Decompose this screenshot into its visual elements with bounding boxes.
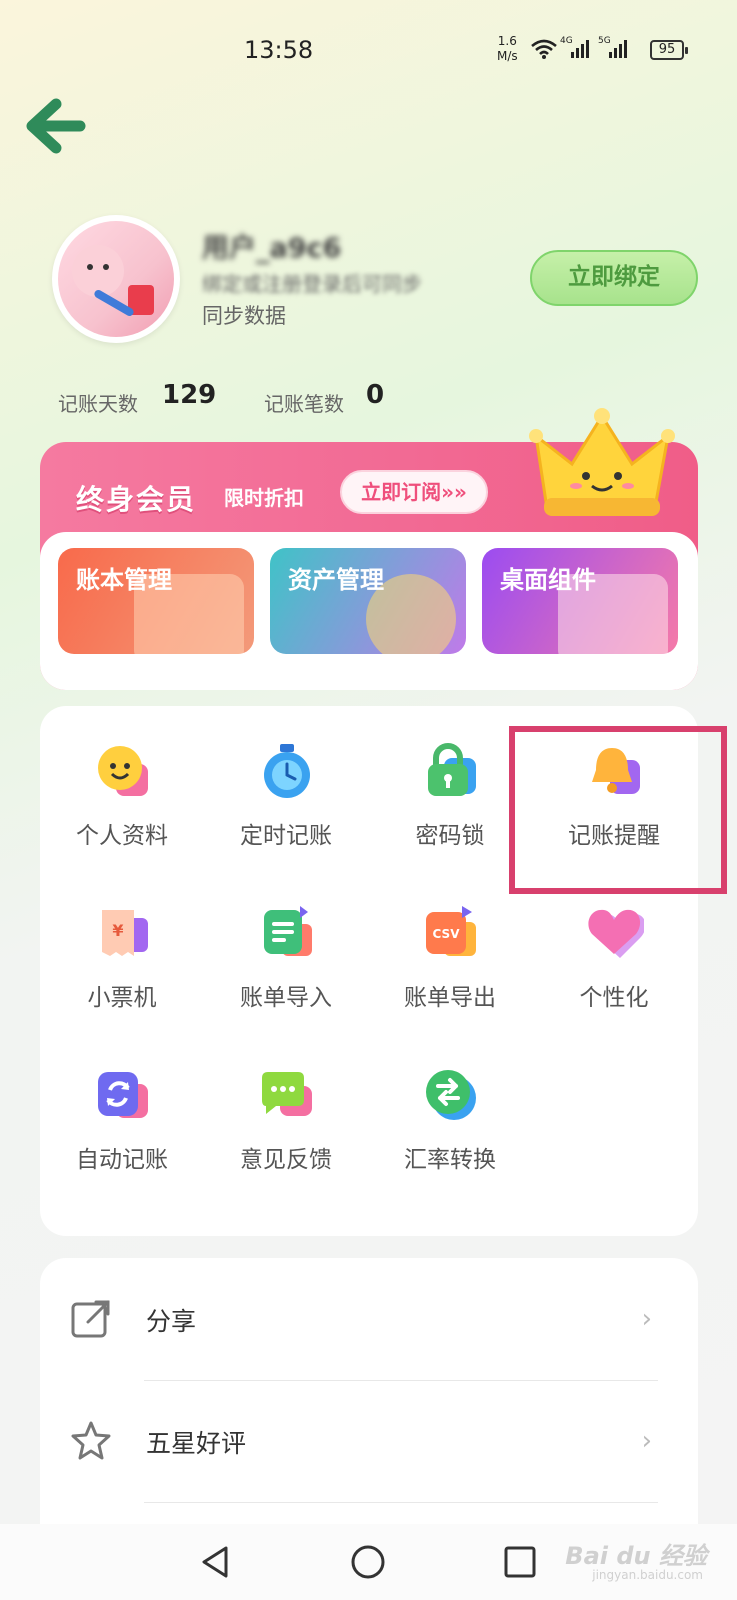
- grid-label: 自动记账: [76, 1147, 168, 1173]
- feature-label: 桌面组件: [500, 566, 596, 594]
- grid-label: 账单导入: [240, 985, 332, 1011]
- currency-exchange-item[interactable]: 汇率转换: [368, 1030, 532, 1180]
- asset-management-card[interactable]: 资产管理: [270, 548, 466, 654]
- avatar-image: [58, 221, 174, 337]
- battery-indicator: 95: [650, 40, 688, 60]
- profile-info-item[interactable]: 个人资料: [40, 706, 204, 856]
- grid-label: 账单导出: [404, 985, 496, 1011]
- ledger-management-card[interactable]: 账本管理: [58, 548, 254, 654]
- smiley-face-icon: [98, 746, 148, 796]
- padlock-icon: [428, 743, 476, 796]
- receipt-printer-item[interactable]: ¥ 小票机: [40, 868, 204, 1018]
- share-label: 分享: [146, 1307, 197, 1336]
- net-speed-unit: M/s: [497, 49, 518, 63]
- records-value: 0: [366, 380, 385, 410]
- net-speed-value: 1.6: [497, 34, 517, 48]
- desktop-widget-card[interactable]: 桌面组件: [482, 548, 678, 654]
- username: 用户_a9c6: [202, 233, 342, 264]
- document-import-icon: [264, 906, 312, 956]
- exchange-icon: [426, 1070, 476, 1120]
- bind-hint: 绑定或注册登录后可同步: [202, 272, 422, 296]
- grid-label: 个性化: [579, 985, 649, 1011]
- records-label: 记账笔数: [264, 392, 344, 416]
- feature-label: 账本管理: [76, 566, 172, 594]
- wifi-icon: [531, 39, 557, 59]
- vip-title: 终身会员: [76, 483, 197, 516]
- vip-subtitle: 限时折扣: [224, 486, 304, 510]
- avatar[interactable]: [52, 215, 180, 343]
- vip-card[interactable]: 终身会员 限时折扣 立即订阅»» 账本管理 资产管理 桌面组件: [40, 408, 698, 690]
- five-star-review-label: 五星好评: [146, 1429, 247, 1458]
- share-row[interactable]: 分享 ›: [40, 1258, 698, 1380]
- status-time: 13:58: [244, 36, 314, 64]
- signal-bars-icon: [571, 40, 589, 58]
- grid-label: 个人资料: [76, 823, 168, 849]
- grid-label: 密码锁: [415, 823, 485, 849]
- refresh-icon: [98, 1072, 148, 1118]
- signal-bars-icon: [609, 40, 627, 58]
- chevron-right-icon: ›: [641, 1426, 652, 1456]
- chat-bubble-icon: [262, 1072, 312, 1116]
- bill-export-item[interactable]: CSV 账单导出: [368, 868, 532, 1018]
- baidu-watermark: Bai du 经验: [565, 1542, 707, 1570]
- days-value: 129: [162, 380, 217, 410]
- password-lock-item[interactable]: 密码锁: [368, 706, 532, 856]
- grid-label: 意见反馈: [240, 1147, 332, 1173]
- back-triangle-icon[interactable]: [196, 1542, 236, 1582]
- bind-now-button[interactable]: 立即绑定: [530, 250, 698, 306]
- feature-label: 资产管理: [288, 566, 384, 594]
- feedback-item[interactable]: 意见反馈: [204, 1030, 368, 1180]
- net-speed: 1.6 M/s: [497, 34, 518, 64]
- grid-label: 定时记账: [240, 823, 332, 849]
- receipt-icon: ¥: [102, 910, 148, 956]
- crown-icon: [529, 408, 675, 516]
- grid-label: 小票机: [87, 985, 157, 1011]
- highlight-annotation: [509, 726, 727, 894]
- heart-icon: [588, 909, 644, 958]
- chevron-right-icon: ›: [641, 1304, 652, 1334]
- vip-features-panel: 账本管理 资产管理 桌面组件: [40, 532, 698, 690]
- svg-text:¥: ¥: [112, 921, 123, 940]
- bill-import-item[interactable]: 账单导入: [204, 868, 368, 1018]
- csv-export-icon: CSV: [426, 906, 476, 956]
- baidu-watermark-url: jingyan.baidu.com: [592, 1568, 703, 1582]
- svg-text:CSV: CSV: [433, 927, 461, 941]
- arrow-left-icon: [26, 98, 86, 154]
- recents-square-icon[interactable]: [500, 1542, 540, 1582]
- divider: [144, 1502, 658, 1503]
- days-label: 记账天数: [58, 392, 138, 416]
- five-star-review-row[interactable]: 五星好评 ›: [40, 1380, 698, 1502]
- subscribe-button[interactable]: 立即订阅»»: [340, 470, 488, 514]
- grid-label: 汇率转换: [404, 1147, 496, 1173]
- back-button[interactable]: [26, 96, 88, 156]
- star-icon: [71, 1421, 111, 1460]
- share-icon: [71, 1300, 110, 1338]
- sync-data-text: 同步数据: [202, 304, 286, 328]
- scheduled-entry-item[interactable]: 定时记账: [204, 706, 368, 856]
- settings-list: 分享 › 五星好评 ›: [40, 1258, 698, 1528]
- home-circle-icon[interactable]: [348, 1542, 388, 1582]
- status-bar: 13:58 1.6 M/s 4G 5G 95: [0, 0, 737, 100]
- stopwatch-icon: [264, 744, 310, 798]
- auto-bookkeeping-item[interactable]: 自动记账: [40, 1030, 204, 1180]
